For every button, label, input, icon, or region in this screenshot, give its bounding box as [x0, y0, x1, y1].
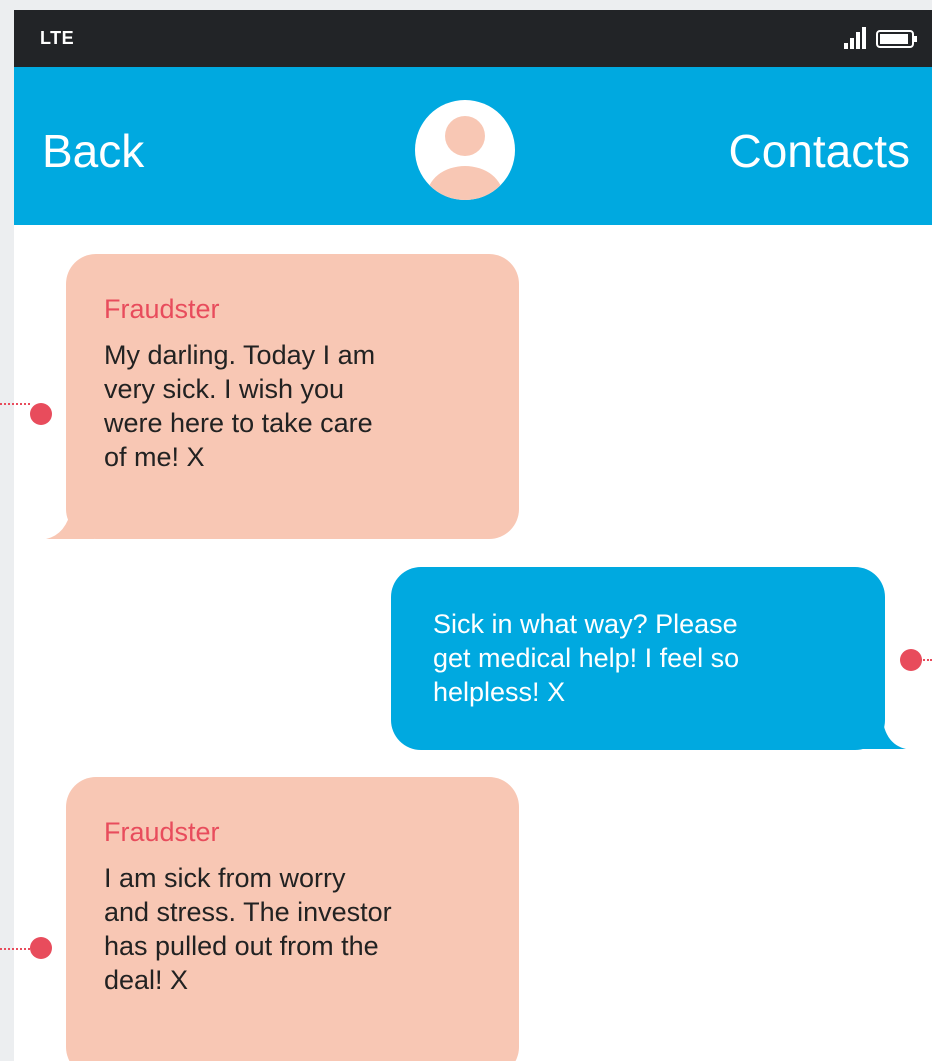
message-bubble-outgoing: Sick in what way? Please get medical hel… — [391, 567, 885, 750]
message-bubble-incoming: Fraudster My darling. Today I am very si… — [66, 254, 519, 539]
user-avatar-icon — [427, 116, 503, 200]
message-text: Sick in what way? Please get medical hel… — [433, 609, 740, 707]
callout-dot — [900, 649, 922, 671]
callout-dot — [30, 937, 52, 959]
status-bar: LTE — [14, 10, 932, 67]
signal-bars-icon — [844, 27, 866, 49]
carrier-label: LTE — [40, 28, 75, 48]
callout-line — [920, 659, 932, 661]
chat-header: Back Contacts — [14, 67, 932, 225]
contact-avatar[interactable] — [415, 100, 515, 200]
bubble-tail — [46, 504, 94, 539]
sender-name: Fraudster — [104, 817, 220, 847]
message-text: I am sick from worry and stress. The inv… — [104, 863, 392, 995]
message-text: My darling. Today I am very sick. I wish… — [104, 340, 376, 472]
back-button[interactable]: Back — [42, 123, 144, 179]
callout-dot — [30, 403, 52, 425]
contacts-button[interactable]: Contacts — [728, 123, 910, 179]
phone-screen: LTE Back Contacts Fraudster My darling. … — [14, 10, 932, 1061]
callout-line — [0, 948, 30, 950]
sender-name: Fraudster — [104, 294, 220, 324]
callout-line — [0, 403, 30, 405]
bubble-tail — [862, 714, 906, 749]
battery-icon — [876, 30, 917, 48]
message-bubble-incoming: Fraudster I am sick from worry and stres… — [66, 777, 519, 1061]
